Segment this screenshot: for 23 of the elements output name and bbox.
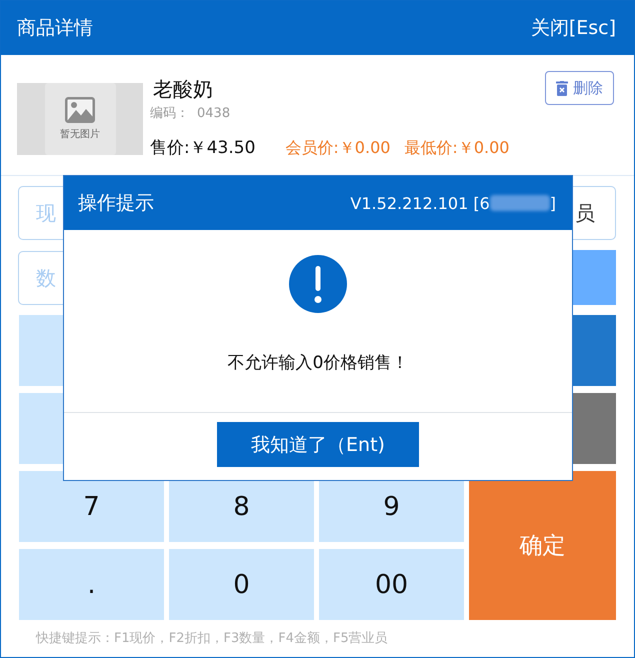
trash-icon bbox=[556, 80, 568, 96]
product-code: 0438 bbox=[197, 105, 230, 123]
picture-icon bbox=[65, 97, 95, 123]
blurred-region bbox=[490, 195, 550, 211]
version-text: V1.52.212.101 [6 bbox=[350, 194, 490, 212]
keypad-key[interactable]: . bbox=[19, 549, 164, 620]
lowest-price: 最低价:￥0.00 bbox=[404, 137, 510, 159]
window-title: 商品详情 bbox=[17, 16, 93, 41]
alert-message: 不允许输入0价格销售！ bbox=[228, 352, 408, 375]
keypad-key[interactable]: 00 bbox=[319, 549, 464, 620]
exclamation-icon bbox=[289, 255, 347, 313]
close-button[interactable]: 关闭[Esc] bbox=[530, 15, 616, 41]
shortcut-hint: 快捷键提示：F1现价，F2折扣，F3数量，F4金额，F5营业员 bbox=[34, 630, 389, 648]
keypad-key[interactable]: 7 bbox=[19, 471, 164, 542]
delete-button[interactable]: 删除 bbox=[545, 71, 614, 105]
version-bracket: ] bbox=[550, 194, 556, 212]
product-name: 老酸奶 bbox=[153, 77, 213, 101]
code-label: 编码： bbox=[150, 105, 189, 123]
keypad-key[interactable]: 0 bbox=[169, 549, 314, 620]
no-image-text: 暂无图片 bbox=[60, 129, 100, 141]
acknowledge-button[interactable]: 我知道了（Ent) bbox=[217, 422, 419, 467]
sale-price: 售价:￥43.50 bbox=[150, 137, 256, 159]
member-price: 会员价:￥0.00 bbox=[285, 137, 390, 159]
